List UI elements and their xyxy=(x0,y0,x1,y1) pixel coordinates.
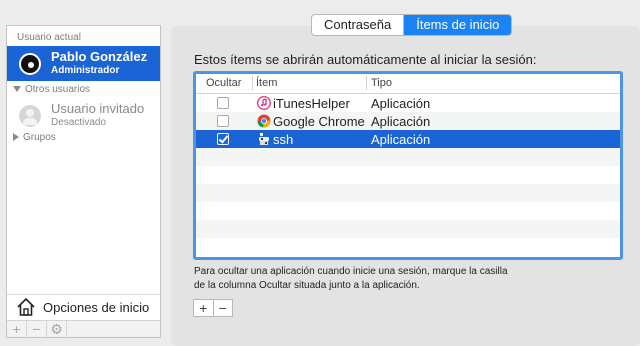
login-options-label: Opciones de inicio xyxy=(43,300,150,315)
groups-label: Grupos xyxy=(23,132,56,143)
login-items-description: Estos ítems se abrirán automáticamente a… xyxy=(194,52,537,67)
login-options-item[interactable]: Opciones de inicio xyxy=(7,294,160,320)
column-header-type[interactable]: Tipo xyxy=(371,77,392,89)
other-users-disclosure[interactable]: Otros usuarios xyxy=(13,84,90,95)
empty-row xyxy=(196,220,620,238)
table-header: Ocultar Ítem Tipo xyxy=(196,74,620,94)
avatar xyxy=(19,53,41,75)
hint-text: Para ocultar una aplicación cuando inici… xyxy=(194,265,594,293)
empty-row xyxy=(196,148,620,166)
hide-checkbox[interactable] xyxy=(217,97,229,109)
other-users-heading: Otros usuarios xyxy=(25,84,91,95)
guest-user-row[interactable]: Usuario invitado Desactivado xyxy=(7,98,160,133)
item-type: Aplicación xyxy=(371,96,431,111)
house-icon xyxy=(17,297,35,316)
table-row[interactable]: Google Chrome Aplicación xyxy=(196,112,620,130)
user-role: Administrador xyxy=(51,65,120,76)
hint-line: de la columna Ocultar situada junto a la… xyxy=(194,280,420,291)
current-user-row[interactable]: Pablo González Administrador xyxy=(7,46,160,81)
table-row[interactable]: ssh Aplicación xyxy=(196,130,620,148)
empty-row xyxy=(196,184,620,202)
sidebar-toolbar: + − ⚙ xyxy=(7,320,160,337)
add-item-button[interactable]: + xyxy=(194,300,213,316)
users-sidebar: Usuario actual Pablo González Administra… xyxy=(6,25,161,338)
user-name: Pablo González xyxy=(51,49,148,64)
item-type: Aplicación xyxy=(371,132,431,147)
tab-login-items[interactable]: Ítems de inicio xyxy=(403,15,512,35)
guest-avatar xyxy=(19,105,41,127)
add-remove-buttons: + − xyxy=(193,299,233,317)
groups-disclosure[interactable]: Grupos xyxy=(13,132,56,143)
item-name: ssh xyxy=(273,132,294,147)
chrome-icon xyxy=(257,114,271,128)
login-items-table[interactable]: Ocultar Ítem Tipo iTunesHelper Aplicació… xyxy=(193,71,623,260)
settings-gear-icon[interactable]: ⚙ xyxy=(47,321,67,337)
user-status: Desactivado xyxy=(51,117,107,128)
empty-row xyxy=(196,202,620,220)
current-user-heading: Usuario actual xyxy=(17,32,81,43)
disclosure-triangle-icon xyxy=(13,86,21,93)
remove-user-button[interactable]: − xyxy=(27,321,47,337)
remove-item-button[interactable]: − xyxy=(212,300,233,316)
add-user-button[interactable]: + xyxy=(7,321,27,337)
hint-line: Para ocultar una aplicación cuando inici… xyxy=(194,266,508,277)
table-row[interactable]: iTunesHelper Aplicación xyxy=(196,94,620,112)
item-name: Google Chrome xyxy=(273,114,365,129)
user-name: Usuario invitado xyxy=(51,101,145,116)
column-header-item[interactable]: Ítem xyxy=(256,77,277,89)
segmented-tabs: Contraseña Ítems de inicio xyxy=(311,14,513,36)
hide-checkbox[interactable] xyxy=(217,115,229,127)
hide-checkbox[interactable] xyxy=(217,133,229,145)
tab-password[interactable]: Contraseña xyxy=(312,15,403,35)
ssh-app-icon xyxy=(259,133,269,145)
empty-row xyxy=(196,166,620,184)
empty-row xyxy=(196,238,620,256)
item-type: Aplicación xyxy=(371,114,431,129)
disclosure-triangle-icon xyxy=(13,133,19,142)
item-name: iTunesHelper xyxy=(273,96,350,111)
itunes-icon xyxy=(257,96,271,110)
column-header-hide[interactable]: Ocultar xyxy=(206,77,241,89)
